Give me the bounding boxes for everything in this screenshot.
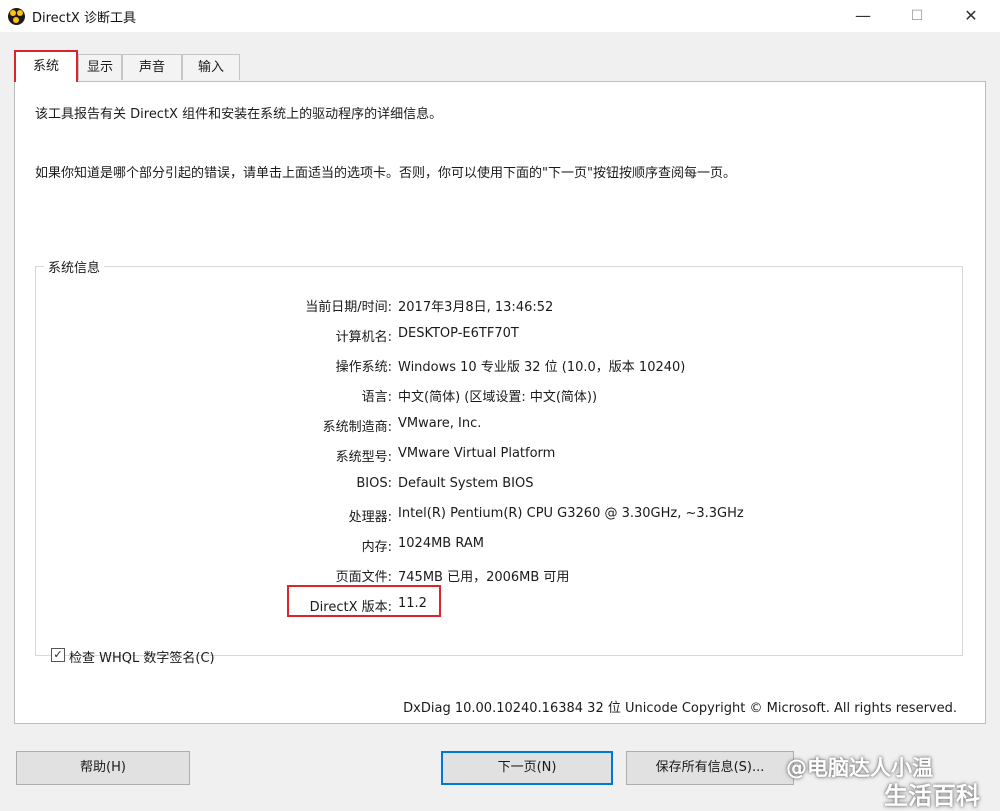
info-label: 操作系统: [335, 360, 392, 375]
tab-display[interactable]: 显示 [78, 54, 122, 80]
info-value: DESKTOP-E6TF70T [398, 326, 519, 341]
info-value: VMware Virtual Platform [398, 446, 556, 461]
info-value: 2017年3月8日, 13:46:52 [398, 300, 554, 315]
help-button[interactable]: 帮助(H) [16, 751, 190, 785]
dxdiag-version-text: DxDiag 10.00.10240.16384 32 位 Unicode Co… [403, 701, 957, 716]
info-row-directx-version: DirectX 版本: 11.2 [36, 594, 964, 616]
watermark: @电脑达人小温 生活百科 [786, 750, 1000, 810]
title-bar: DirectX 诊断工具 — ☐ ✕ [0, 0, 1000, 32]
close-button[interactable]: ✕ [956, 4, 986, 28]
tab-strip: 系统 显示 声音 输入 [0, 50, 1000, 82]
group-title: 系统信息 [44, 257, 105, 276]
directx-version-highlight [287, 585, 441, 617]
info-row-page-file: 页面文件: 745MB 已用，2006MB 可用 [36, 564, 964, 586]
whql-checkbox[interactable]: ✓ [51, 648, 65, 662]
intro-hint-text: 如果你知道是哪个部分引起的错误，请单击上面适当的选项卡。否则，你可以使用下面的"… [35, 166, 736, 181]
info-row-computer-name: 计算机名: DESKTOP-E6TF70T [36, 324, 964, 346]
info-value: 745MB 已用，2006MB 可用 [398, 570, 570, 585]
maximize-button[interactable]: ☐ [902, 4, 932, 28]
info-label: 系统制造商: [322, 420, 392, 435]
intro-text: 该工具报告有关 DirectX 组件和安装在系统上的驱动程序的详细信息。 [35, 107, 443, 122]
minimize-button[interactable]: — [848, 4, 878, 28]
info-label: 内存: [361, 540, 392, 555]
info-value: Intel(R) Pentium(R) CPU G3260 @ 3.30GHz,… [398, 506, 744, 521]
directx-icon [8, 8, 25, 25]
info-value: 1024MB RAM [398, 536, 484, 551]
info-row-os: 操作系统: Windows 10 专业版 32 位 (10.0，版本 10240… [36, 354, 964, 376]
info-value: 中文(简体) (区域设置: 中文(简体)) [398, 390, 598, 405]
window-title: DirectX 诊断工具 [32, 11, 136, 26]
info-label: 系统型号: [335, 450, 392, 465]
info-label: 当前日期/时间: [305, 300, 392, 315]
info-row-memory: 内存: 1024MB RAM [36, 534, 964, 556]
system-tab-panel: 该工具报告有关 DirectX 组件和安装在系统上的驱动程序的详细信息。 如果你… [14, 81, 986, 724]
tab-system[interactable]: 系统 [14, 50, 78, 82]
tab-sound[interactable]: 声音 [122, 54, 182, 80]
info-value: VMware, Inc. [398, 416, 482, 431]
info-row-manufacturer: 系统制造商: VMware, Inc. [36, 414, 964, 436]
info-row-model: 系统型号: VMware Virtual Platform [36, 444, 964, 466]
info-row-datetime: 当前日期/时间: 2017年3月8日, 13:46:52 [36, 294, 964, 316]
system-info-group: 系统信息 当前日期/时间: 2017年3月8日, 13:46:52 计算机名: … [35, 257, 964, 656]
info-label: 页面文件: [335, 570, 392, 585]
info-row-bios: BIOS: Default System BIOS [36, 474, 964, 496]
info-label: BIOS: [356, 476, 392, 491]
save-all-info-button[interactable]: 保存所有信息(S)... [626, 751, 794, 785]
tab-input[interactable]: 输入 [182, 54, 240, 80]
info-value: Default System BIOS [398, 476, 534, 491]
info-value: Windows 10 专业版 32 位 (10.0，版本 10240) [398, 360, 686, 375]
info-label: 计算机名: [335, 330, 392, 345]
info-row-processor: 处理器: Intel(R) Pentium(R) CPU G3260 @ 3.3… [36, 504, 964, 526]
whql-label[interactable]: 检查 WHQL 数字签名(C) [69, 647, 215, 666]
next-page-button[interactable]: 下一页(N) [441, 751, 613, 785]
info-row-language: 语言: 中文(简体) (区域设置: 中文(简体)) [36, 384, 964, 406]
info-label: 语言: [361, 390, 392, 405]
info-label: 处理器: [348, 510, 392, 525]
